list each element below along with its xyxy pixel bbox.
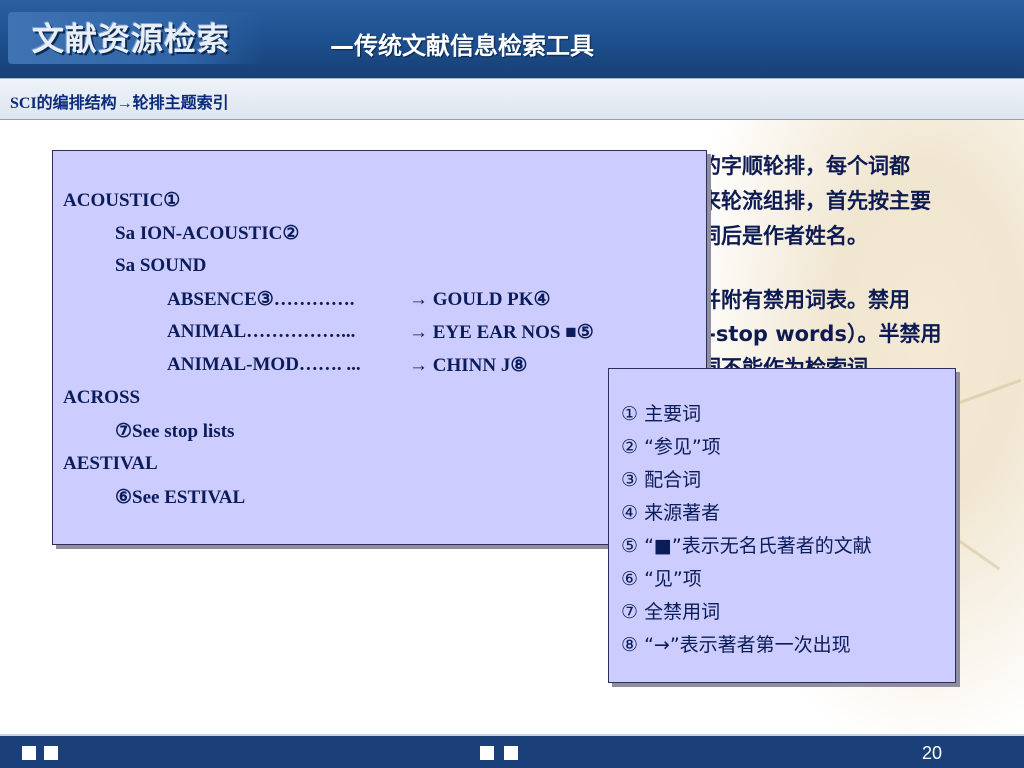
- legend-item: ③ 配合词: [621, 469, 702, 491]
- header-logo-text: 文献资源检索: [32, 20, 231, 58]
- index-author: → EYE EAR NOS ■⑤: [409, 322, 594, 343]
- legend-item: ① 主要词: [621, 403, 702, 425]
- section-title: SCI的编排结构→轮排主题索引: [10, 95, 229, 112]
- legend-item: ⑦ 全禁用词: [621, 601, 721, 623]
- index-author: → CHINN J⑧: [409, 355, 528, 376]
- index-line: ABSENCE③………….: [167, 289, 355, 310]
- legend-item: ⑥ “见”项: [621, 568, 702, 590]
- legend-item: ④ 来源著者: [621, 502, 721, 524]
- section-title-bar: SCI的编排结构→轮排主题索引: [0, 78, 1024, 120]
- index-line: ANIMAL-MOD……. ...: [167, 354, 361, 375]
- slide-footer: 20: [0, 734, 1024, 768]
- square-icon: [504, 746, 518, 760]
- background-text-line: 词后是作者姓名。: [700, 224, 868, 248]
- background-text-line: 来轮流组排，首先按主要: [700, 189, 931, 213]
- index-line: AESTIVAL: [63, 453, 158, 474]
- header-subtitle: —传统文献信息检索工具: [330, 32, 594, 60]
- index-author: → GOULD PK④: [409, 289, 551, 310]
- legend-item: ② “参见”项: [621, 436, 721, 458]
- background-text-line: l-stop words）。半禁用: [700, 322, 942, 346]
- square-icon: [480, 746, 494, 760]
- index-line: Sa ION-ACOUSTIC②: [115, 223, 300, 244]
- legend-item: ⑧ “→”表示著者第一次出现: [621, 634, 851, 656]
- page-number: 20: [921, 743, 942, 763]
- background-text-line: 的字顺轮排，每个词都: [700, 154, 910, 178]
- index-line: ⑦See stop lists: [115, 421, 235, 442]
- legend-box: ① 主要词 ② “参见”项 ③ 配合词 ④ 来源著者 ⑤ “■”表示无名氏著者的…: [608, 368, 956, 683]
- index-line: ACOUSTIC①: [63, 190, 181, 211]
- legend-item: ⑤ “■”表示无名氏著者的文献: [621, 535, 872, 557]
- slide-header: 文献资源检索 —传统文献信息检索工具: [0, 0, 1024, 78]
- index-line: ACROSS: [63, 387, 141, 408]
- index-line: ⑥See ESTIVAL: [115, 487, 246, 508]
- background-text-line: 并附有禁用词表。禁用: [700, 288, 910, 312]
- index-line: ANIMAL……………...: [167, 321, 356, 342]
- index-line: Sa SOUND: [115, 255, 207, 276]
- square-icon: [44, 746, 58, 760]
- square-icon: [22, 746, 36, 760]
